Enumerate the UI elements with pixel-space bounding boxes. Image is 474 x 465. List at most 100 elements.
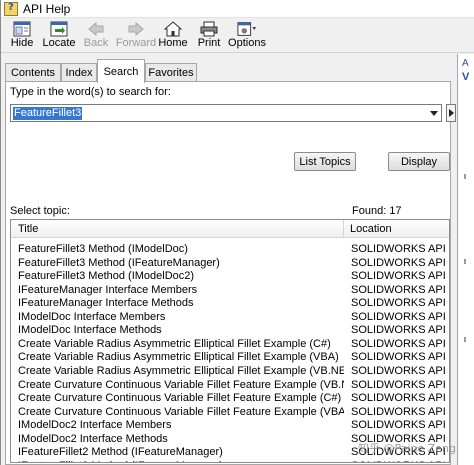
row-title: Create Variable Radius Asymmetric Ellipt…	[18, 351, 339, 364]
row-location: SOLIDWORKS API Help	[351, 419, 449, 432]
table-row[interactable]: FeatureFillet3 Method (IModelDoc) SOLIDWO…	[11, 242, 449, 256]
topic-pane-text-2: V	[462, 71, 470, 83]
table-row[interactable]: Create Variable Radius Asymmetric Ellipt…	[11, 337, 449, 351]
row-title: IFeatureManager Interface Members	[18, 283, 198, 296]
table-row[interactable]: Create Curvature Continuous Variable Fil…	[11, 391, 449, 405]
table-row[interactable]: IFeatureFillet2 Method (IFeatureManager)…	[11, 459, 449, 462]
table-row[interactable]: FeatureFillet3 Method (IFeatureManager) S…	[11, 256, 449, 270]
topic-pane-mark	[464, 259, 466, 264]
table-row[interactable]: IModelDoc2 Interface Members SOLIDWORKS A…	[11, 418, 449, 432]
row-title: Create Variable Radius Asymmetric Ellipt…	[18, 337, 331, 350]
row-location: SOLIDWORKS API Help	[351, 405, 449, 418]
row-title: IModelDoc Interface Members	[18, 310, 166, 323]
topic-pane: A V	[457, 54, 474, 465]
options-icon	[237, 20, 257, 37]
row-location: SOLIDWORKS API Help	[351, 351, 449, 364]
options-button[interactable]: Options	[228, 20, 266, 51]
row-location: SOLIDWORKS API Help	[351, 243, 449, 255]
row-title: IModelDoc2 Interface Members	[18, 419, 172, 432]
row-title: Create Curvature Continuous Variable Fil…	[18, 378, 344, 391]
table-row[interactable]: Create Curvature Continuous Variable Fil…	[11, 378, 449, 392]
api-help-window: API Help Hide Locate Back Forward	[0, 0, 474, 465]
printer-icon	[199, 20, 219, 37]
row-location: SOLIDWORKS API Help	[351, 459, 449, 462]
results-header: Title Location	[11, 220, 449, 238]
row-title: FeatureFillet3 Method (IModelDoc2)	[18, 270, 195, 283]
table-row[interactable]: Create Variable Radius Asymmetric Ellipt…	[11, 350, 449, 364]
forward-button[interactable]: Forward	[115, 20, 157, 51]
search-query: FeatureFillet3	[13, 107, 83, 120]
tab-favorites[interactable]: Favorites	[145, 63, 197, 82]
forward-arrow-icon	[126, 20, 146, 37]
column-header-title[interactable]: Title	[11, 220, 344, 238]
navigation-pane: Contents Index Search Favorites Type in …	[1, 54, 456, 465]
list-topics-button[interactable]: List Topics	[294, 152, 356, 171]
row-title: IFeatureFillet2 Method (IFeatureManager)	[18, 446, 223, 459]
row-title: IFeatureFillet2 Method (IFeatureManager)	[18, 459, 344, 462]
row-location: SOLIDWORKS API Help	[351, 297, 449, 310]
table-row[interactable]: IModelDoc Interface Members SOLIDWORKS AP…	[11, 310, 449, 324]
search-input[interactable]: FeatureFillet3	[10, 104, 442, 122]
row-location: SOLIDWORKS API Help	[351, 337, 449, 350]
options-label: Options	[228, 37, 266, 49]
topic-pane-text-1: A	[462, 58, 469, 69]
toolbar: Hide Locate Back Forward Home Print Opti…	[1, 18, 474, 53]
topic-pane-mark	[464, 174, 466, 179]
title-bar: API Help	[1, 0, 474, 18]
row-title: FeatureFillet3 Method (IModelDoc)	[18, 243, 188, 255]
locate-icon	[49, 20, 69, 37]
search-prompt: Type in the word(s) to search for:	[10, 86, 171, 98]
hide-label: Hide	[10, 37, 34, 49]
hide-icon	[12, 20, 32, 37]
row-title: IModelDoc Interface Methods	[18, 324, 162, 337]
search-go-button[interactable]	[446, 104, 456, 122]
search-panel: Type in the word(s) to search for: Featu…	[5, 81, 456, 465]
row-title: IFeatureManager Interface Methods	[18, 297, 194, 310]
back-label: Back	[83, 37, 109, 49]
back-arrow-icon	[86, 20, 106, 37]
back-button[interactable]: Back	[83, 20, 109, 51]
row-title: IModelDoc2 Interface Methods	[18, 432, 168, 445]
row-location: SOLIDWORKS API Help	[351, 256, 449, 269]
row-title: Create Curvature Continuous Variable Fil…	[18, 405, 344, 418]
row-location: SOLIDWORKS API Help	[351, 324, 449, 337]
row-title: Create Variable Radius Asymmetric Ellipt…	[18, 364, 344, 377]
home-button[interactable]: Home	[158, 20, 188, 51]
locate-button[interactable]: Locate	[42, 20, 76, 51]
play-arrow-icon	[448, 109, 454, 117]
locate-label: Locate	[42, 37, 76, 49]
results-list[interactable]: Title Location FeatureFillet3 Method (IM…	[10, 219, 450, 463]
home-icon	[163, 20, 183, 37]
table-row[interactable]: IFeatureManager Interface Methods SOLIDWO…	[11, 296, 449, 310]
row-location: SOLIDWORKS API Help	[351, 310, 449, 323]
chevron-down-icon[interactable]	[427, 105, 441, 121]
tab-search[interactable]: Search	[97, 59, 145, 83]
row-location: SOLIDWORKS API Help	[351, 392, 449, 405]
watermark: 知乎 @Paine Zeng	[358, 442, 456, 455]
found-count: Found: 17	[352, 205, 402, 217]
window-title: API Help	[23, 1, 71, 16]
home-label: Home	[158, 37, 188, 49]
select-topic-label: Select topic:	[10, 205, 70, 217]
table-row[interactable]: FeatureFillet3 Method (IModelDoc2) SOLIDW…	[11, 269, 449, 283]
tab-index[interactable]: Index	[61, 63, 97, 82]
forward-label: Forward	[115, 37, 157, 49]
row-location: SOLIDWORKS API Help	[351, 270, 449, 283]
display-button[interactable]: Display	[388, 152, 450, 171]
tab-contents[interactable]: Contents	[5, 63, 61, 82]
row-title: Create Curvature Continuous Variable Fil…	[18, 392, 342, 405]
print-label: Print	[197, 37, 221, 49]
hide-button[interactable]: Hide	[7, 20, 37, 51]
row-location: SOLIDWORKS API Help	[351, 364, 449, 377]
column-header-location[interactable]: Location	[345, 220, 449, 238]
row-location: SOLIDWORKS API Help	[351, 378, 449, 391]
table-row[interactable]: Create Variable Radius Asymmetric Ellipt…	[11, 364, 449, 378]
table-row[interactable]: IModelDoc Interface Methods SOLIDWORKS AP…	[11, 323, 449, 337]
row-location: SOLIDWORKS API Help	[351, 283, 449, 296]
table-row[interactable]: IFeatureManager Interface Members SOLIDWO…	[11, 283, 449, 297]
row-title: FeatureFillet3 Method (IFeatureManager)	[18, 256, 220, 269]
print-button[interactable]: Print	[197, 20, 221, 51]
table-row[interactable]: Create Curvature Continuous Variable Fil…	[11, 405, 449, 419]
topic-pane-mark	[464, 337, 466, 342]
help-book-icon	[4, 1, 18, 16]
